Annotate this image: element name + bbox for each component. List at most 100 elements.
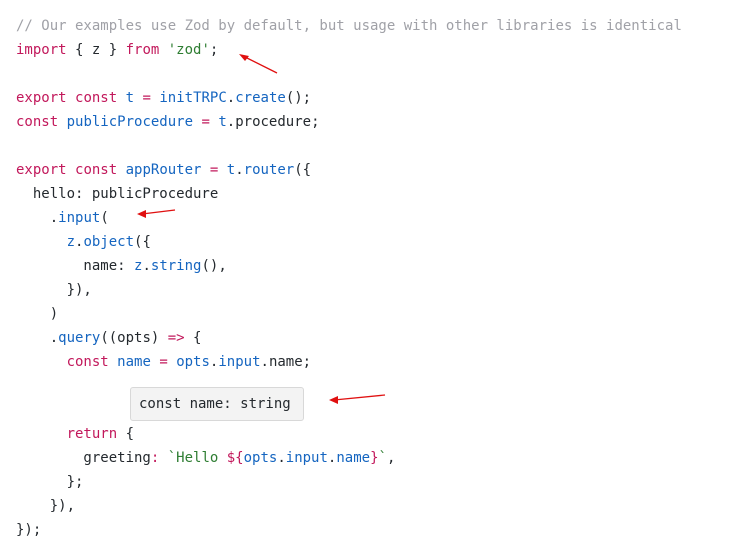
code-line: });: [16, 518, 41, 542]
code-token: const: [75, 90, 118, 106]
code-token: import: [16, 42, 67, 58]
code-token: ();: [285, 90, 312, 106]
code-token: // Our examples use Zod by default, but …: [16, 18, 682, 34]
code-token: .: [235, 162, 244, 178]
code-token: ,: [386, 450, 396, 466]
type-hover-tooltip: const name: string: [130, 387, 304, 421]
code-token: .: [16, 210, 59, 226]
code-line: name: z.string(),: [16, 254, 227, 278]
code-token: {: [117, 426, 135, 442]
code-token: const: [75, 162, 118, 178]
code-token: string: [150, 258, 202, 274]
code-token: publicProcedure: [66, 114, 194, 130]
code-token: input: [285, 450, 328, 466]
code-line: .query((opts) => {: [16, 326, 202, 350]
code-token: create: [235, 90, 286, 106]
code-line: // Our examples use Zod by default, but …: [16, 14, 682, 38]
code-token: router: [243, 162, 295, 178]
code-token: object: [83, 234, 135, 250]
code-token: const: [16, 114, 59, 130]
code-line: return {: [16, 422, 134, 446]
code-token: ${: [226, 450, 244, 466]
code-line: }),: [16, 278, 92, 302]
code-token: {: [184, 330, 202, 346]
code-token: });: [16, 522, 42, 538]
code-token: opts: [243, 450, 278, 466]
code-token: t: [125, 90, 135, 106]
code-token: (: [100, 210, 109, 226]
code-token: opts: [176, 354, 210, 370]
code-token: (),: [201, 258, 227, 274]
code-line: .input(: [16, 206, 109, 230]
code-token: greeting: [16, 450, 151, 466]
code-token: ({: [134, 234, 151, 250]
code-token: }: [370, 450, 379, 466]
code-line: greeting: `Hello ${opts.input.name}`,: [16, 446, 395, 470]
code-token: .: [277, 450, 286, 466]
code-line: const name = opts.input.name;: [16, 350, 312, 374]
code-token: t: [226, 162, 236, 178]
annotation-arrow-import: [239, 54, 278, 74]
code-token: export: [16, 90, 67, 106]
code-line: export const t = initTRPC.create();: [16, 86, 311, 110]
annotation-arrow-tooltip: [329, 394, 386, 404]
code-token: };: [16, 474, 84, 490]
code-line: z.object({: [16, 230, 151, 254]
code-line: ): [16, 302, 58, 326]
code-token: `: [378, 450, 387, 466]
code-token: initTRPC: [159, 90, 227, 106]
code-token: appRouter: [125, 162, 202, 178]
code-token: name:: [16, 258, 135, 274]
code-token: const: [66, 354, 109, 370]
code-token: return: [66, 426, 118, 442]
code-line: hello: publicProcedure: [16, 182, 218, 206]
code-token: }),: [16, 282, 92, 298]
code-line: const publicProcedure = t.procedure;: [16, 110, 320, 134]
code-token: name: [117, 354, 151, 370]
code-token: hello: publicProcedure: [16, 186, 219, 202]
code-token: { z }: [66, 42, 126, 58]
code-line: import { z } from 'zod';: [16, 38, 218, 62]
code-token: input: [58, 210, 101, 226]
code-block: // Our examples use Zod by default, but …: [0, 0, 737, 559]
code-token: =: [142, 90, 151, 106]
code-token: z: [66, 234, 76, 250]
code-token: .name;: [260, 354, 312, 370]
code-token: `Hello: [167, 450, 227, 466]
code-token: t: [218, 114, 227, 130]
code-token: 'zod': [167, 42, 210, 58]
code-token: .: [16, 330, 59, 346]
code-line: export const appRouter = t.router({: [16, 158, 311, 182]
code-token: }),: [16, 498, 76, 514]
code-token: from: [125, 42, 160, 58]
code-token: .procedure;: [226, 114, 320, 130]
code-token: ((opts): [100, 330, 168, 346]
code-token: query: [58, 330, 101, 346]
code-token: .: [142, 258, 151, 274]
code-line: }),: [16, 494, 75, 518]
code-token: =: [201, 114, 210, 130]
code-token: .: [226, 90, 236, 106]
code-token: name: [336, 450, 371, 466]
code-token: ({: [294, 162, 312, 178]
code-token: =>: [167, 330, 185, 346]
code-token: export: [16, 162, 67, 178]
code-token: =: [159, 354, 168, 370]
code-line: };: [16, 470, 84, 494]
code-token: ): [16, 306, 59, 322]
code-token: input: [218, 354, 261, 370]
